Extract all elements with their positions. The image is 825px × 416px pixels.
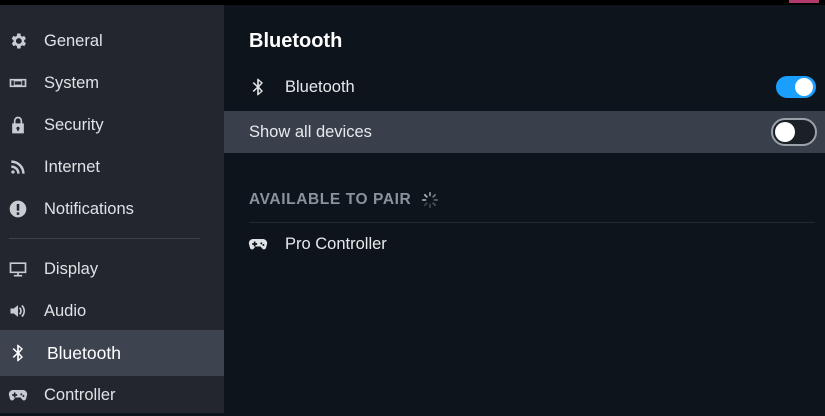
sidebar-item-label: Display bbox=[44, 259, 99, 278]
sidebar-item-system[interactable]: System bbox=[0, 62, 224, 104]
sidebar-item-label: Bluetooth bbox=[47, 342, 121, 363]
deck-icon bbox=[7, 72, 29, 94]
sidebar-item-label: System bbox=[44, 73, 100, 92]
sidebar-divider bbox=[9, 238, 200, 239]
bluetooth-toggle[interactable] bbox=[776, 76, 816, 98]
speaker-icon bbox=[7, 300, 29, 322]
bluetooth-icon bbox=[7, 342, 29, 364]
show-all-devices-label: Show all devices bbox=[249, 122, 372, 141]
loading-spinner-icon bbox=[422, 191, 439, 209]
sidebar-item-internet[interactable]: Internet bbox=[0, 146, 224, 188]
sidebar-item-label: Audio bbox=[44, 301, 87, 320]
show-all-devices-row[interactable]: Show all devices bbox=[224, 111, 825, 153]
settings-sidebar: General System Security Internet Notific… bbox=[0, 5, 224, 413]
sidebar-item-label: Notifications bbox=[44, 199, 134, 218]
show-all-devices-toggle[interactable] bbox=[771, 118, 817, 146]
sidebar-item-bluetooth[interactable]: Bluetooth bbox=[0, 330, 224, 376]
sidebar-item-label: General bbox=[44, 31, 103, 50]
monitor-icon bbox=[7, 258, 29, 280]
sidebar-item-label: Security bbox=[44, 115, 104, 134]
wifi-icon bbox=[7, 156, 29, 178]
page-title: Bluetooth bbox=[249, 30, 343, 52]
gamepad-icon bbox=[248, 234, 268, 254]
sidebar-item-general[interactable]: General bbox=[0, 20, 224, 62]
alert-icon bbox=[7, 198, 29, 220]
sidebar-item-display[interactable]: Display bbox=[0, 248, 224, 290]
bluetooth-toggle-row[interactable]: Bluetooth bbox=[224, 66, 825, 108]
device-name: Pro Controller bbox=[285, 234, 387, 253]
sidebar-item-label: Internet bbox=[44, 157, 100, 176]
section-header-label: AVAILABLE TO PAIR bbox=[249, 191, 412, 208]
main-panel: Bluetooth Bluetooth Show all devices AVA… bbox=[224, 5, 825, 413]
gamepad-icon bbox=[7, 384, 29, 406]
sidebar-item-notifications[interactable]: Notifications bbox=[0, 188, 224, 230]
toggle-knob bbox=[775, 122, 795, 142]
bluetooth-label: Bluetooth bbox=[285, 77, 355, 96]
sidebar-item-controller[interactable]: Controller bbox=[0, 374, 224, 416]
sidebar-item-audio[interactable]: Audio bbox=[0, 290, 224, 332]
toggle-knob bbox=[795, 78, 813, 96]
top-corner-accent bbox=[789, 0, 819, 3]
sidebar-item-label: Controller bbox=[44, 385, 116, 404]
bluetooth-icon bbox=[248, 77, 268, 97]
available-to-pair-header: AVAILABLE TO PAIR bbox=[249, 191, 439, 209]
sidebar-item-security[interactable]: Security bbox=[0, 104, 224, 146]
gear-icon bbox=[7, 30, 29, 52]
lock-icon bbox=[7, 114, 29, 136]
device-row-pro-controller[interactable]: Pro Controller bbox=[224, 223, 825, 265]
